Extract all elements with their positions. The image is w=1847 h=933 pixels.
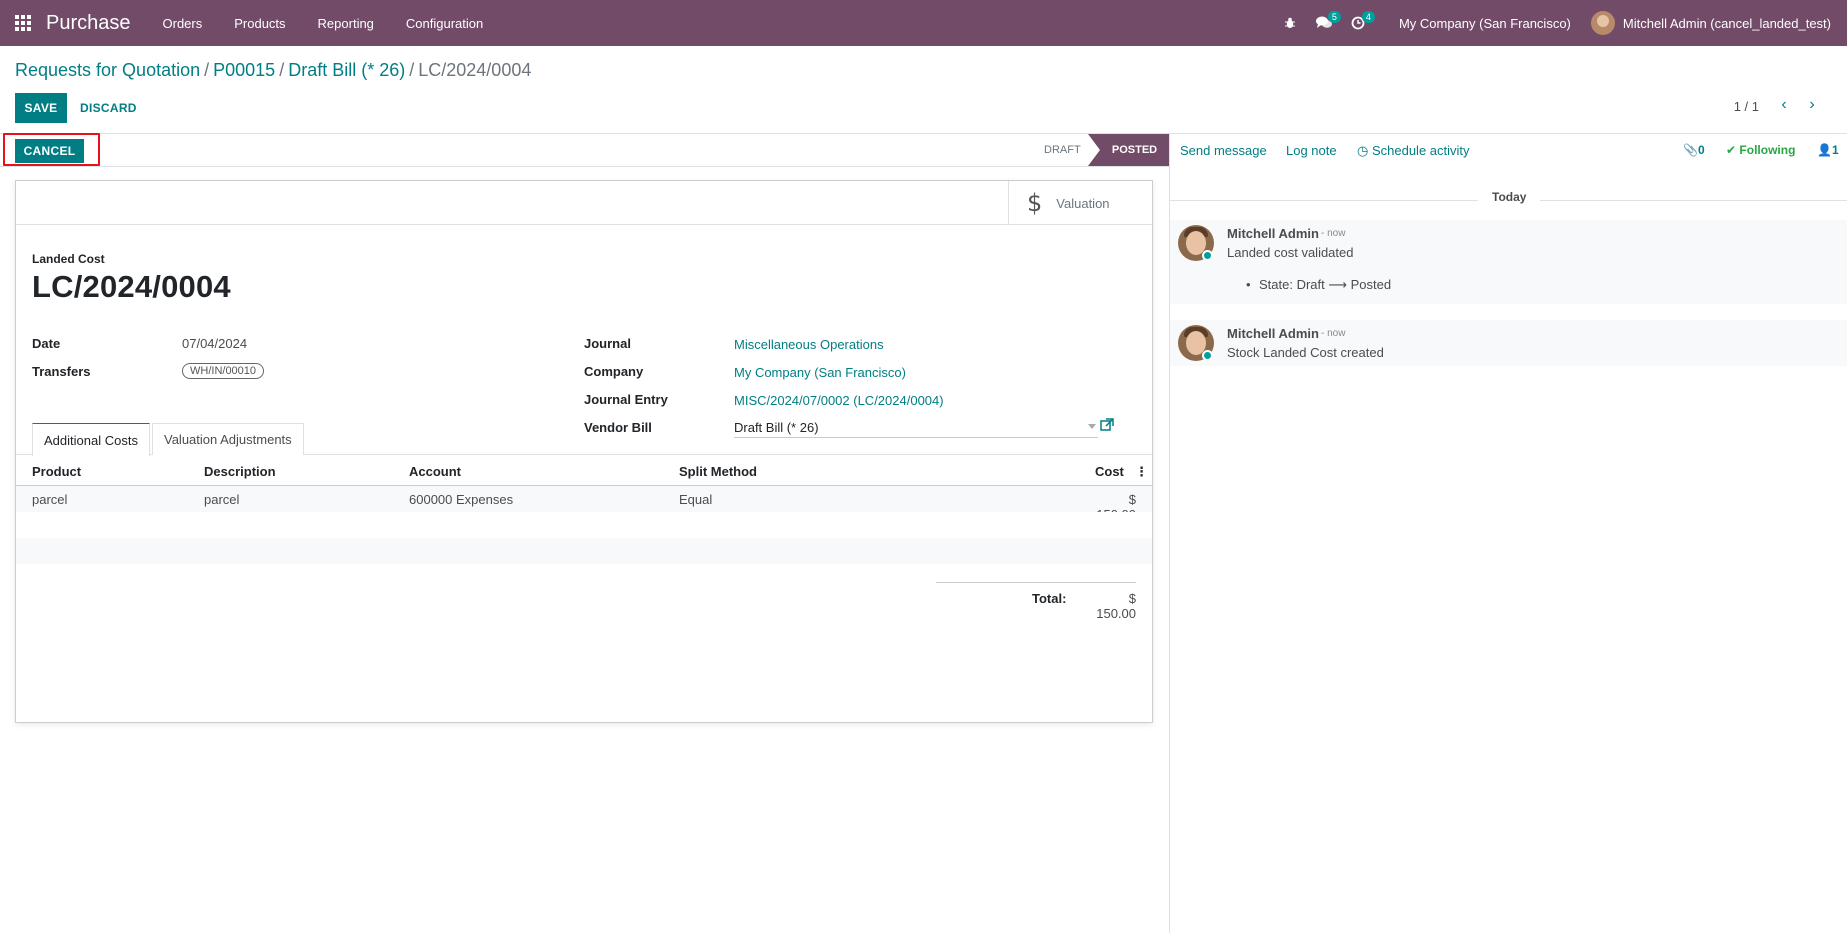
- message-time: - now: [1321, 228, 1346, 239]
- button-box: $ Valuation: [16, 181, 1152, 225]
- valuation-smart-button[interactable]: $ Valuation: [1008, 181, 1152, 225]
- cell-description: parcel: [204, 492, 240, 507]
- following-button[interactable]: ✔ Following: [1726, 143, 1795, 157]
- debug-bug-icon[interactable]: [1273, 0, 1307, 46]
- transfer-tag[interactable]: WH/IN/00010: [182, 363, 265, 379]
- journal-entry-link[interactable]: MISC/2024/07/0002 (LC/2024/0004): [734, 393, 944, 408]
- online-status-icon: [1202, 350, 1213, 361]
- col-cost[interactable]: Cost: [1095, 464, 1124, 479]
- pager-previous-icon[interactable]: ‹: [1773, 94, 1795, 116]
- control-panel: Requests for Quotation / P00015/Draft Bill…: [0, 46, 1847, 134]
- message-author[interactable]: Mitchell Admin: [1227, 326, 1319, 341]
- discard-button[interactable]: DISCARD: [72, 93, 145, 123]
- messaging-icon[interactable]: 5: [1307, 0, 1341, 46]
- col-split-method[interactable]: Split Method: [679, 464, 757, 479]
- message-body: Stock Landed Cost created: [1227, 345, 1384, 360]
- journal-entry-label: Journal Entry: [584, 392, 668, 407]
- user-name: Mitchell Admin (cancel_landed_test): [1622, 15, 1831, 31]
- table-row-empty: [16, 538, 1152, 564]
- record-type-label: Landed Cost: [32, 252, 105, 266]
- stage-posted[interactable]: POSTED: [1088, 134, 1181, 166]
- company-label: Company: [584, 364, 644, 379]
- date-separator-label: Today: [1492, 190, 1527, 204]
- message-item: Mitchell Admin - now Landed cost validat…: [1170, 220, 1847, 304]
- schedule-activity-button[interactable]: ◷ Schedule activity: [1357, 143, 1470, 159]
- paperclip-icon: 📎: [1683, 143, 1698, 157]
- send-message-button[interactable]: Send message: [1180, 143, 1267, 158]
- cell-split-method: Equal: [679, 492, 713, 507]
- date-value[interactable]: 07/04/2024: [182, 336, 247, 351]
- tab-valuation-adjustments[interactable]: Valuation Adjustments: [152, 423, 304, 455]
- breadcrumb: Requests for Quotation / P00015/Draft Bill…: [15, 60, 532, 80]
- chatter-topbar: Send message Log note ◷ Schedule activit…: [1170, 134, 1847, 167]
- save-button[interactable]: SAVE: [15, 93, 67, 123]
- clock-icon: ◷: [1357, 143, 1369, 158]
- user-menu[interactable]: Mitchell Admin (cancel_landed_test): [1590, 11, 1847, 35]
- total-label: Total:: [1032, 591, 1067, 606]
- breadcrumb-current: LC/2024/0004: [418, 60, 532, 80]
- form-view: $ Valuation Landed Cost LC/2024/0004 Dat…: [0, 167, 1169, 933]
- tracking-value: State: Draft ⟶ Posted: [1246, 277, 1391, 293]
- chatter-panel: Send message Log note ◷ Schedule activit…: [1169, 134, 1847, 933]
- app-brand[interactable]: Purchase: [46, 12, 131, 35]
- transfers-label: Transfers: [32, 364, 91, 379]
- col-description[interactable]: Description: [204, 464, 276, 479]
- user-icon: 👤: [1817, 143, 1832, 157]
- breadcrumb-bill[interactable]: Draft Bill (* 26): [288, 60, 405, 80]
- following-label: Following: [1739, 143, 1796, 157]
- activity-clock-icon[interactable]: 4: [1341, 0, 1375, 46]
- valuation-label: Valuation: [1056, 195, 1110, 211]
- breadcrumb-po[interactable]: P00015: [213, 60, 275, 80]
- total-value: $ 150.00: [1096, 591, 1136, 621]
- menu-orders[interactable]: Orders: [147, 0, 219, 46]
- col-product[interactable]: Product: [32, 464, 81, 479]
- menu-configuration[interactable]: Configuration: [390, 0, 499, 46]
- check-icon: ✔: [1726, 143, 1737, 157]
- cell-product: parcel: [32, 492, 68, 507]
- schedule-activity-label: Schedule activity: [1371, 143, 1470, 158]
- main-navbar: Purchase Orders Products Reporting Confi…: [0, 0, 1847, 46]
- followers-button[interactable]: 👤1: [1817, 143, 1839, 157]
- tab-additional-costs[interactable]: Additional Costs: [32, 423, 150, 456]
- user-avatar: [1590, 11, 1615, 35]
- message-time: - now: [1321, 328, 1346, 339]
- status-bar: CANCEL DRAFT POSTED: [0, 133, 1181, 167]
- journal-link[interactable]: Miscellaneous Operations: [734, 337, 884, 352]
- date-label: Date: [32, 336, 61, 351]
- log-note-button[interactable]: Log note: [1286, 143, 1337, 158]
- record-title: LC/2024/0004: [32, 269, 231, 304]
- breadcrumb-rfq[interactable]: Requests for Quotation: [15, 60, 200, 80]
- optional-columns-icon[interactable]: ⋮: [1135, 464, 1148, 480]
- activity-badge: 4: [1361, 11, 1375, 23]
- menu-reporting[interactable]: Reporting: [302, 0, 390, 46]
- cancel-button[interactable]: CANCEL: [15, 139, 84, 163]
- cell-account: 600000 Expenses: [409, 492, 514, 507]
- table-row-empty: [16, 512, 1152, 538]
- company-link[interactable]: My Company (San Francisco): [734, 365, 906, 380]
- table-header: Product Description Account Split Method…: [16, 456, 1152, 486]
- col-account[interactable]: Account: [409, 464, 461, 479]
- online-status-icon: [1202, 250, 1213, 261]
- message-body: Landed cost validated: [1227, 245, 1354, 260]
- pager-next-icon[interactable]: ›: [1801, 94, 1823, 116]
- messaging-badge: 5: [1327, 11, 1341, 23]
- message-item: Mitchell Admin - now Stock Landed Cost c…: [1170, 320, 1847, 366]
- menu-products[interactable]: Products: [218, 0, 301, 46]
- attachments-button[interactable]: 📎0: [1683, 143, 1705, 157]
- apps-menu-icon[interactable]: [0, 0, 46, 46]
- total-divider: [936, 582, 1136, 583]
- pager-value[interactable]: 1 / 1: [1734, 99, 1759, 114]
- dollar-icon: $: [1027, 189, 1043, 217]
- journal-label: Journal: [584, 336, 631, 351]
- notebook-tabs: Additional Costs Valuation Adjustments: [16, 423, 1152, 456]
- stage-draft[interactable]: DRAFT: [1030, 134, 1095, 166]
- company-switcher[interactable]: My Company (San Francisco): [1375, 16, 1591, 31]
- table-row[interactable]: parcel parcel 600000 Expenses Equal $ 15…: [16, 486, 1152, 522]
- message-author[interactable]: Mitchell Admin: [1227, 226, 1319, 241]
- form-sheet: $ Valuation Landed Cost LC/2024/0004 Dat…: [15, 180, 1153, 723]
